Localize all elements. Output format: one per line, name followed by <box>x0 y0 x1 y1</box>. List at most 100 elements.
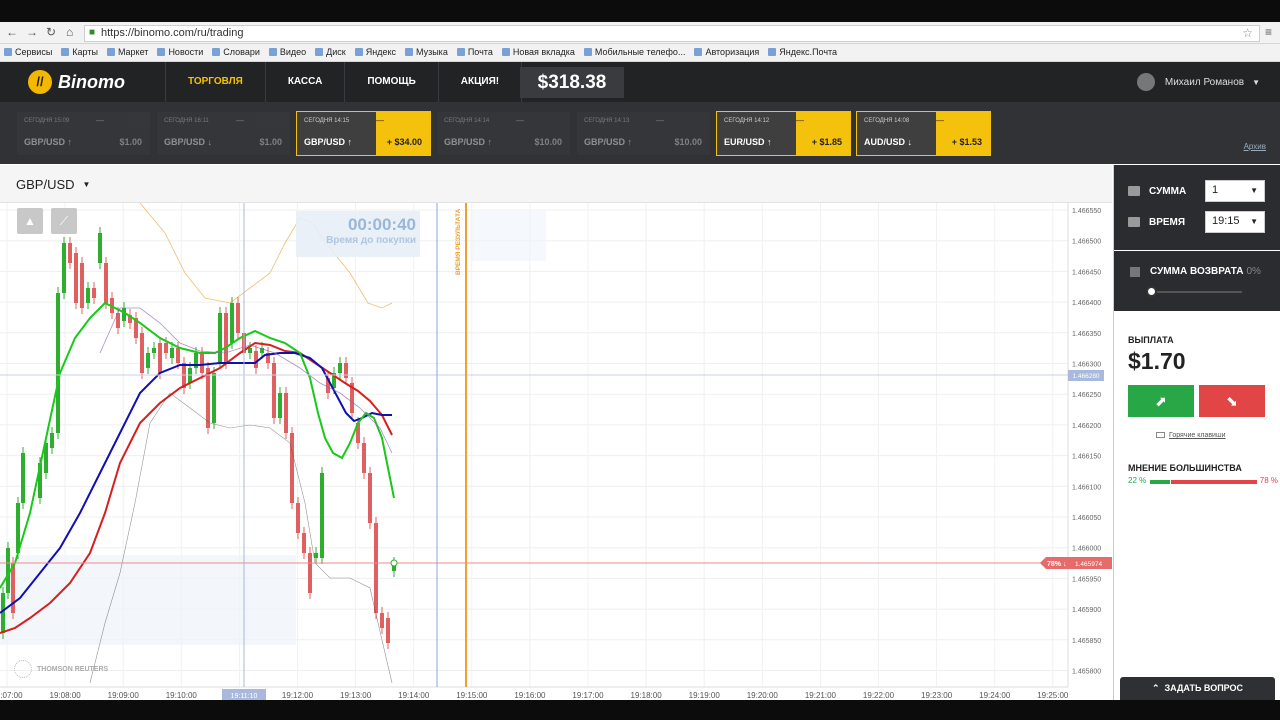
bookmark-item[interactable]: Почта <box>453 44 498 57</box>
candle-body <box>302 533 306 553</box>
call-up-button[interactable]: ⬈ <box>1128 385 1194 417</box>
chevron-down-icon: ▼ <box>82 180 91 189</box>
put-down-button[interactable]: ⬊ <box>1199 385 1265 417</box>
bookmark-item[interactable]: Мобильные телефо... <box>580 44 691 57</box>
bookmark-label: Яндекс.Почта <box>779 47 838 57</box>
card-date: СЕГОДНЯ 14:13 <box>584 118 630 124</box>
asset-name: GBP/USD <box>16 177 75 192</box>
balance[interactable]: $318.38 <box>520 67 624 98</box>
hotkeys-link[interactable]: Горячие клавиши <box>1156 432 1226 439</box>
refund-icon <box>1130 266 1140 277</box>
price-chart[interactable]: 1.466550 1.466500 1.466450 1.466400 1.466350… <box>0 203 1112 700</box>
candle-body <box>278 393 282 418</box>
x-tick-label: 19:22:00 <box>863 691 895 700</box>
bookmark-label: Почта <box>467 47 493 57</box>
forward-icon[interactable]: → <box>26 25 38 39</box>
bookmark-label: Карты <box>72 47 98 57</box>
chevron-down-icon: ▼ <box>1250 217 1258 226</box>
win-amount-box <box>796 112 850 155</box>
bookmarks-bar: Сервисы Карты Маркет Новости Словари Видео Дис… <box>0 44 1280 62</box>
home-icon[interactable]: ⌂ <box>66 25 73 39</box>
bookmark-item[interactable]: Словари <box>208 44 265 57</box>
refund-slider-handle[interactable] <box>1146 286 1157 297</box>
bookmark-star-icon[interactable]: ☆ <box>1242 26 1253 40</box>
bookmark-item[interactable]: Новая вкладка <box>498 44 580 57</box>
candle-body <box>230 303 234 343</box>
time-select[interactable]: 19:15 ▼ <box>1205 211 1265 233</box>
binomo-logo[interactable]: // Binomo <box>28 70 125 94</box>
bookmark-label: Диск <box>326 47 346 57</box>
trend-down-icon: ⬊ <box>1226 393 1238 409</box>
y-tick-label: 1.465850 <box>1072 638 1101 645</box>
card-date: СЕГОДНЯ 14:15 <box>304 118 350 124</box>
address-bar[interactable]: ■ https://binomo.com/ru/trading ☆ <box>84 25 1260 42</box>
x-tick-label: 19:20:00 <box>747 691 779 700</box>
bookmark-icon <box>268 48 277 56</box>
majority-down-percent: 78 % <box>1259 476 1278 485</box>
back-icon[interactable]: ← <box>6 25 18 39</box>
bookmark-item[interactable]: Диск <box>311 44 351 57</box>
bookmark-item[interactable]: Карты <box>57 44 103 57</box>
y-tick-label: 1.466200 <box>1072 423 1101 430</box>
card-dash: — <box>656 116 664 125</box>
bookmark-item[interactable]: Авторизация <box>690 44 764 57</box>
bookmark-icon <box>61 48 70 56</box>
majority-label: МНЕНИЕ БОЛЬШИНСТВА <box>1128 463 1242 473</box>
screen: ← → ↻ ⌂ ■ https://binomo.com/ru/trading … <box>0 0 1280 720</box>
history-card[interactable]: СЕГОДНЯ 14:08 — AUD/USD ↓ + $1.53 <box>856 111 991 156</box>
ask-question-button[interactable]: ⌃ ЗАДАТЬ ВОПРОС <box>1120 677 1275 700</box>
candle-body <box>344 363 348 378</box>
bookmark-icon <box>315 48 324 56</box>
bookmark-item[interactable]: Видео <box>265 44 311 57</box>
candle-body <box>248 348 252 353</box>
screen-bottom-bar <box>0 700 1280 720</box>
card-date: СЕГОДНЯ 14:08 <box>864 118 910 124</box>
nav-promo[interactable]: АКЦИЯ! <box>437 62 523 102</box>
coins-icon <box>1128 186 1140 196</box>
watermark-text: THOMSON REUTERS <box>37 665 109 673</box>
bookmark-icon <box>456 48 465 56</box>
bookmark-item[interactable]: Новости <box>153 44 208 57</box>
current-price-value: 1.465974 <box>1075 561 1102 568</box>
avatar <box>1136 73 1155 91</box>
history-card[interactable]: СЕГОДНЯ 14:14 — GBP/USD ↑ $10.00 <box>437 112 570 155</box>
candle-body <box>158 343 162 373</box>
nav-trading[interactable]: ТОРГОВЛЯ <box>165 62 265 102</box>
candle-body <box>236 303 240 333</box>
candle-body <box>272 363 276 418</box>
candle-body <box>290 433 294 503</box>
crosshair-time-label: 19:11:10 <box>231 693 258 700</box>
nav-help[interactable]: ПОМОЩЬ <box>344 62 437 102</box>
browser-menu-icon[interactable]: ≡ <box>1265 25 1272 39</box>
nav-cashier[interactable]: КАССА <box>264 62 345 102</box>
chart-type-icon[interactable]: ▲ <box>17 208 43 234</box>
bookmark-label: Маркет <box>117 47 149 57</box>
bookmark-label: Сервисы <box>15 47 53 57</box>
reload-icon[interactable]: ↻ <box>46 25 56 39</box>
user-menu[interactable]: Михаил Романов ▼ <box>1136 72 1260 92</box>
x-tick-label: 19:24:00 <box>979 691 1011 700</box>
history-card[interactable]: СЕГОДНЯ 14:13 — GBP/USD ↑ $10.00 <box>577 112 710 155</box>
bookmark-item[interactable]: Сервисы <box>0 44 57 57</box>
candle-body <box>308 553 312 593</box>
indicators-icon[interactable]: ⟋ <box>51 208 77 234</box>
bookmark-item[interactable]: Музыка <box>401 44 453 57</box>
archive-link[interactable]: Архив <box>1244 142 1266 151</box>
asset-selector[interactable]: GBP/USD ▼ <box>16 177 90 192</box>
refund-slider-track[interactable] <box>1150 291 1242 293</box>
chart-canvas[interactable]: 1.466550 1.466500 1.466450 1.466400 1.466350… <box>0 203 1112 700</box>
browser-titlebar <box>0 0 1280 22</box>
history-card[interactable]: СЕГОДНЯ 14:12 — EUR/USD ↑ + $1.85 <box>716 111 851 156</box>
lock-icon: ■ <box>89 27 96 38</box>
bookmark-item[interactable]: Яндекс <box>351 44 401 57</box>
bookmark-item[interactable]: Яндекс.Почта <box>764 44 842 57</box>
bookmark-item[interactable]: Маркет <box>103 44 153 57</box>
history-card[interactable]: СЕГОДНЯ 15:09 — GBP/USD ↑ $1.00 <box>17 112 150 155</box>
amount-select[interactable]: 1 ▼ <box>1205 180 1265 202</box>
candle-body <box>56 293 60 433</box>
amount-row: СУММА 1 ▼ <box>1128 180 1265 202</box>
time-value: 19:15 <box>1212 215 1240 227</box>
history-card[interactable]: СЕГОДНЯ 14:15 — GBP/USD ↑ + $34.00 <box>296 111 431 156</box>
history-card[interactable]: СЕГОДНЯ 16:11 — GBP/USD ↓ $1.00 <box>157 112 290 155</box>
candle-body <box>152 348 156 353</box>
